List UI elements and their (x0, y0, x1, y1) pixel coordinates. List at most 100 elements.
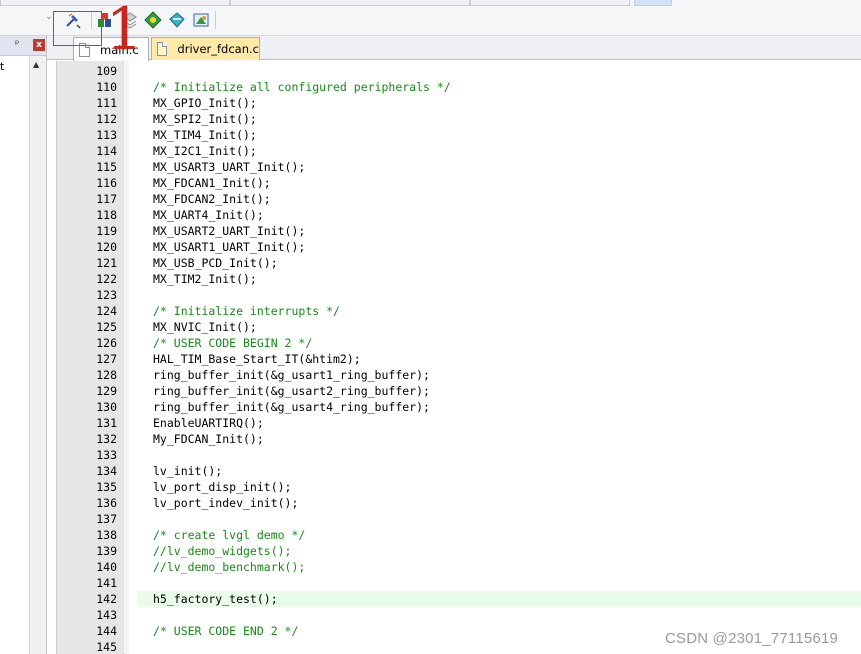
code-text: lv_port_indev_init(); (153, 496, 299, 510)
line-number: 122 (96, 272, 117, 286)
line-number: 117 (96, 192, 117, 206)
code-line[interactable]: 134 lv_init(); (57, 463, 861, 479)
code-line[interactable]: 115 MX_USART3_UART_Init(); (57, 159, 861, 175)
line-number: 127 (96, 352, 117, 366)
diamond-download-icon[interactable] (167, 10, 187, 30)
code-text: MX_UART4_Init(); (153, 208, 264, 222)
project-panel-header: ᵖ x (0, 36, 46, 56)
layers-icon[interactable] (191, 10, 211, 30)
code-line[interactable]: 121 MX_USB_PCD_Init(); (57, 255, 861, 271)
code-text: h5_factory_test(); (153, 592, 278, 606)
line-number: 119 (96, 224, 117, 238)
code-line[interactable]: 142 h5_factory_test(); (57, 591, 861, 607)
code-line[interactable]: 112 MX_SPI2_Init(); (57, 111, 861, 127)
line-number: 131 (96, 416, 117, 430)
line-number: 110 (96, 80, 117, 94)
code-line[interactable]: 111 MX_GPIO_Init(); (57, 95, 861, 111)
line-number: 137 (96, 512, 117, 526)
code-line[interactable]: 116 MX_FDCAN1_Init(); (57, 175, 861, 191)
pin-icon[interactable]: ᵖ (15, 39, 19, 50)
code-line[interactable]: 119 MX_USART2_UART_Init(); (57, 223, 861, 239)
project-tree-item[interactable]: t (0, 60, 4, 73)
line-number: 126 (96, 336, 117, 350)
code-text: MX_TIM4_Init(); (153, 128, 257, 142)
tab-driver-fdcan-c[interactable]: driver_fdcan.c (151, 37, 260, 60)
line-number: 133 (96, 448, 117, 462)
code-line[interactable]: 133 (57, 447, 861, 463)
code-line[interactable]: 113 MX_TIM4_Init(); (57, 127, 861, 143)
code-line[interactable]: 124 /* Initialize interrupts */ (57, 303, 861, 319)
line-number: 116 (96, 176, 117, 190)
code-text: MX_I2C1_Init(); (153, 144, 257, 158)
code-line[interactable]: 131 EnableUARTIRQ(); (57, 415, 861, 431)
code-comment: //lv_demo_widgets(); (153, 544, 292, 558)
code-line[interactable]: 140 //lv_demo_benchmark(); (57, 559, 861, 575)
code-line[interactable]: 143 (57, 607, 861, 623)
line-number: 139 (96, 544, 117, 558)
project-panel-scrollbar[interactable]: ▲ (29, 56, 46, 654)
code-comment: /* create lvgl demo */ (153, 528, 306, 542)
scroll-up-icon[interactable]: ▲ (33, 60, 39, 69)
line-number: 140 (96, 560, 117, 574)
line-number: 112 (96, 112, 117, 126)
code-comment: /* Initialize all configured peripherals… (153, 80, 451, 94)
component-manager-icon[interactable] (143, 10, 163, 30)
code-line[interactable]: 118 MX_UART4_Init(); (57, 207, 861, 223)
build-settings-icon[interactable] (63, 10, 83, 30)
code-line[interactable]: 128 ring_buffer_init(&g_usart1_ring_buffe… (57, 367, 861, 383)
code-text: MX_FDCAN2_Init(); (153, 192, 271, 206)
code-line[interactable]: 137 (57, 511, 861, 527)
code-text: MX_USART1_UART_Init(); (153, 240, 306, 254)
code-line[interactable]: 138 /* create lvgl demo */ (57, 527, 861, 543)
close-icon[interactable]: x (33, 39, 45, 51)
code-text: MX_USART3_UART_Init(); (153, 160, 306, 174)
toolbar-dropdown-icon[interactable]: ⌄ (45, 12, 55, 22)
code-line[interactable]: 130 ring_buffer_init(&g_usart4_ring_buffe… (57, 399, 861, 415)
code-line[interactable]: 129 ring_buffer_init(&g_usart2_ring_buffe… (57, 383, 861, 399)
code-line[interactable]: 109 (57, 63, 861, 79)
line-number: 145 (96, 640, 117, 654)
toolbar-separator (91, 11, 92, 29)
code-line[interactable]: 132 My_FDCAN_Init(); (57, 431, 861, 447)
code-line[interactable]: 122 MX_TIM2_Init(); (57, 271, 861, 287)
code-editor[interactable]: 109 110 /* Initialize all configured perip… (56, 61, 861, 654)
code-line[interactable]: 139 //lv_demo_widgets(); (57, 543, 861, 559)
editor-tab-strip: main.c driver_fdcan.c (47, 36, 861, 61)
code-text: MX_NVIC_Init(); (153, 320, 257, 334)
code-comment: /* USER CODE END 2 */ (153, 624, 299, 638)
code-line[interactable]: 136 lv_port_indev_init(); (57, 495, 861, 511)
code-line[interactable]: 123 (57, 287, 861, 303)
line-number: 120 (96, 240, 117, 254)
line-number: 142 (96, 592, 117, 606)
code-comment: /* USER CODE BEGIN 2 */ (153, 336, 313, 350)
line-number: 136 (96, 496, 117, 510)
code-line[interactable]: 120 MX_USART1_UART_Init(); (57, 239, 861, 255)
line-number: 115 (96, 160, 117, 174)
line-number: 124 (96, 304, 117, 318)
code-line[interactable]: 125 MX_NVIC_Init(); (57, 319, 861, 335)
code-line[interactable]: 117 MX_FDCAN2_Init(); (57, 191, 861, 207)
code-line[interactable]: 127 HAL_TIM_Base_Start_IT(&htim2); (57, 351, 861, 367)
line-number: 113 (96, 128, 117, 142)
code-line[interactable]: 110 /* Initialize all configured peripher… (57, 79, 861, 95)
code-line[interactable]: 135 lv_port_disp_init(); (57, 479, 861, 495)
code-text: EnableUARTIRQ(); (153, 416, 264, 430)
watermark: CSDN @2301_77115619 (665, 630, 839, 647)
code-text: MX_TIM2_Init(); (153, 272, 257, 286)
line-number: 143 (96, 608, 117, 622)
code-text: MX_USART2_UART_Init(); (153, 224, 306, 238)
line-number: 141 (96, 576, 117, 590)
code-text: MX_FDCAN1_Init(); (153, 176, 271, 190)
code-text: MX_GPIO_Init(); (153, 96, 257, 110)
line-number: 128 (96, 368, 117, 382)
tab-label: driver_fdcan.c (177, 42, 259, 56)
code-comment: /* Initialize interrupts */ (153, 304, 340, 318)
code-line[interactable]: 141 (57, 575, 861, 591)
code-text: MX_SPI2_Init(); (153, 112, 257, 126)
c-file-icon (157, 42, 168, 56)
line-number: 135 (96, 480, 117, 494)
project-panel: ᵖ x t ▲ (0, 36, 47, 654)
code-line[interactable]: 114 MX_I2C1_Init(); (57, 143, 861, 159)
code-line[interactable]: 126 /* USER CODE BEGIN 2 */ (57, 335, 861, 351)
toolbar-row-above (230, 0, 470, 6)
